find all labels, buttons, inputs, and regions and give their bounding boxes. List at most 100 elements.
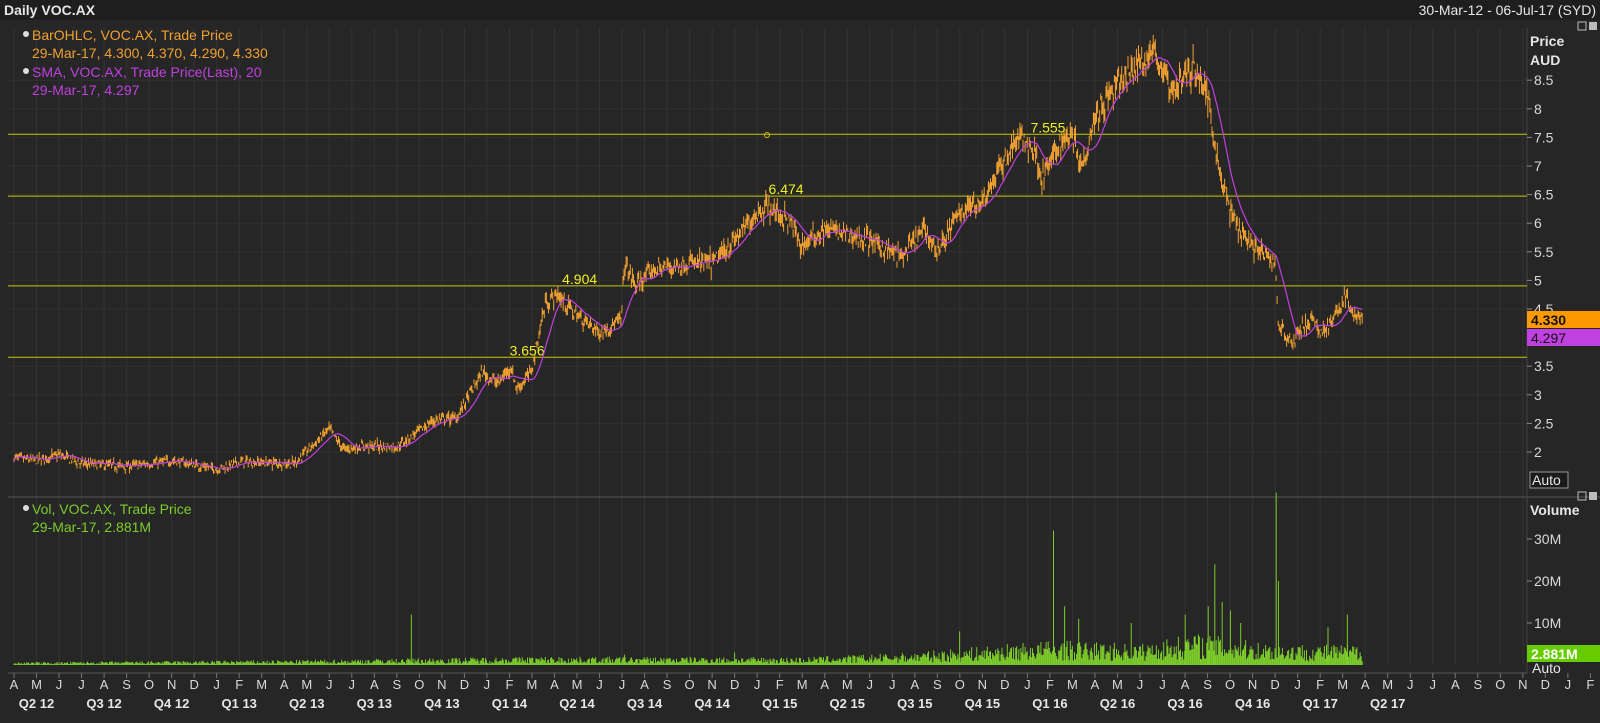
price-tick-label: 2.5 bbox=[1534, 415, 1554, 431]
title-bar: Daily VOC.AX 30-Mar-12 - 06-Jul-17 (SYD) bbox=[0, 0, 1600, 21]
date-range: 30-Mar-12 - 06-Jul-17 (SYD) bbox=[1418, 2, 1596, 18]
month-tick-label: D bbox=[1000, 677, 1009, 692]
price-tick-label: 6.5 bbox=[1534, 187, 1554, 203]
month-tick-label: J bbox=[1430, 677, 1437, 692]
price-tick-label: 5 bbox=[1534, 272, 1542, 288]
month-tick-label: J bbox=[1407, 677, 1414, 692]
month-tick-label: J bbox=[889, 677, 896, 692]
quarter-tick-label: Q1 15 bbox=[762, 696, 797, 711]
month-tick-label: N bbox=[1248, 677, 1257, 692]
legend-bullet-icon[interactable] bbox=[23, 505, 29, 511]
month-tick-label: M bbox=[256, 677, 267, 692]
price-tick-label: 5.5 bbox=[1534, 244, 1554, 260]
month-tick-label: A bbox=[550, 677, 559, 692]
price-tick-label: 3.5 bbox=[1534, 358, 1554, 374]
volume-tick-label: 20M bbox=[1534, 573, 1561, 589]
price-tick-label: 8 bbox=[1534, 101, 1542, 117]
volume-tick-label: 30M bbox=[1534, 531, 1561, 547]
month-tick-label: M bbox=[1067, 677, 1078, 692]
month-tick-label: D bbox=[460, 677, 469, 692]
price-axis-title: Price bbox=[1530, 33, 1564, 49]
price-tick-label: 2 bbox=[1534, 444, 1542, 460]
quarter-tick-label: Q1 17 bbox=[1302, 696, 1337, 711]
month-tick-label: O bbox=[1225, 677, 1235, 692]
volume-axis-title: Volume bbox=[1530, 502, 1580, 518]
legend-bullet-icon[interactable] bbox=[23, 68, 29, 74]
month-tick-label: J bbox=[596, 677, 603, 692]
sma-legend[interactable]: SMA, VOC.AX, Trade Price(Last), 20 29-Ma… bbox=[23, 63, 262, 99]
quarter-tick-label: Q4 13 bbox=[424, 696, 459, 711]
month-tick-label: M bbox=[31, 677, 42, 692]
month-tick-label: O bbox=[685, 677, 695, 692]
ohlc-legend[interactable]: BarOHLC, VOC.AX, Trade Price 29-Mar-17, … bbox=[23, 26, 268, 62]
month-tick-label: N bbox=[707, 677, 716, 692]
month-tick-label: N bbox=[437, 677, 446, 692]
month-tick-label: F bbox=[1586, 677, 1594, 692]
month-tick-label: O bbox=[955, 677, 965, 692]
quarter-tick-label: Q4 15 bbox=[965, 696, 1000, 711]
month-tick-label: M bbox=[1112, 677, 1123, 692]
volume-legend-values: 29-Mar-17, 2.881M bbox=[32, 519, 152, 535]
sma-legend-title: SMA, VOC.AX, Trade Price(Last), 20 bbox=[32, 64, 262, 80]
month-tick-label: M bbox=[301, 677, 312, 692]
close-icon-volume[interactable] bbox=[1589, 492, 1597, 500]
month-tick-label: F bbox=[1316, 677, 1324, 692]
quarter-tick-label: Q2 14 bbox=[559, 696, 595, 711]
quarter-tick-label: Q3 15 bbox=[897, 696, 932, 711]
month-tick-label: J bbox=[484, 677, 491, 692]
month-tick-label: A bbox=[1361, 677, 1370, 692]
month-tick-label: F bbox=[776, 677, 784, 692]
month-tick-label: F bbox=[1046, 677, 1054, 692]
chart-title: Daily VOC.AX bbox=[4, 2, 96, 18]
month-tick-label: A bbox=[370, 677, 379, 692]
quarter-tick-label: Q1 13 bbox=[221, 696, 256, 711]
quarter-tick-label: Q3 16 bbox=[1167, 696, 1202, 711]
month-tick-label: J bbox=[1137, 677, 1144, 692]
quarter-tick-label: Q1 14 bbox=[492, 696, 528, 711]
month-tick-label: S bbox=[393, 677, 402, 692]
last-price-tag: 4.330 bbox=[1531, 312, 1566, 328]
month-tick-label: A bbox=[10, 677, 19, 692]
level-label: 4.904 bbox=[562, 271, 597, 287]
month-tick-label: J bbox=[754, 677, 761, 692]
month-tick-label: A bbox=[100, 677, 109, 692]
month-tick-label: M bbox=[1337, 677, 1348, 692]
month-tick-label: M bbox=[797, 677, 808, 692]
quarter-tick-label: Q4 12 bbox=[154, 696, 189, 711]
legend-bullet-icon[interactable] bbox=[23, 31, 29, 37]
month-tick-label: S bbox=[933, 677, 942, 692]
month-tick-label: O bbox=[414, 677, 424, 692]
quarter-tick-label: Q4 16 bbox=[1235, 696, 1270, 711]
price-tick-label: 7.5 bbox=[1534, 129, 1554, 145]
volume-tick-label: 10M bbox=[1534, 615, 1561, 631]
volume-auto-button[interactable]: Auto bbox=[1532, 660, 1561, 676]
month-tick-label: J bbox=[349, 677, 356, 692]
ohlc-legend-values: 29-Mar-17, 4.300, 4.370, 4.290, 4.330 bbox=[32, 45, 268, 61]
month-tick-label: J bbox=[1024, 677, 1031, 692]
quarter-tick-label: Q3 13 bbox=[357, 696, 392, 711]
month-tick-label: J bbox=[1294, 677, 1301, 692]
ohlc-legend-title: BarOHLC, VOC.AX, Trade Price bbox=[32, 27, 233, 43]
month-tick-label: A bbox=[1181, 677, 1190, 692]
month-tick-label: N bbox=[978, 677, 987, 692]
price-auto-button[interactable]: Auto bbox=[1532, 472, 1561, 488]
volume-legend[interactable]: Vol, VOC.AX, Trade Price 29-Mar-17, 2.88… bbox=[23, 500, 192, 536]
month-tick-label: J bbox=[213, 677, 220, 692]
close-icon[interactable] bbox=[1589, 22, 1597, 30]
quarter-tick-label: Q2 15 bbox=[830, 696, 865, 711]
level-label: 3.656 bbox=[510, 342, 545, 358]
month-tick-label: S bbox=[1203, 677, 1212, 692]
month-tick-label: J bbox=[326, 677, 333, 692]
month-tick-label: M bbox=[1382, 677, 1393, 692]
month-tick-label: M bbox=[842, 677, 853, 692]
month-tick-label: O bbox=[144, 677, 154, 692]
quarter-tick-label: Q1 16 bbox=[1032, 696, 1067, 711]
chart-canvas[interactable]: 7.5556.4744.9043.656 22.533.54.555.566.5… bbox=[0, 20, 1600, 723]
month-tick-label: F bbox=[505, 677, 513, 692]
price-tick-label: 7 bbox=[1534, 158, 1542, 174]
month-tick-label: M bbox=[527, 677, 538, 692]
month-tick-label: N bbox=[1518, 677, 1527, 692]
month-tick-label: A bbox=[640, 677, 649, 692]
month-tick-label: J bbox=[56, 677, 63, 692]
month-tick-label: S bbox=[663, 677, 672, 692]
